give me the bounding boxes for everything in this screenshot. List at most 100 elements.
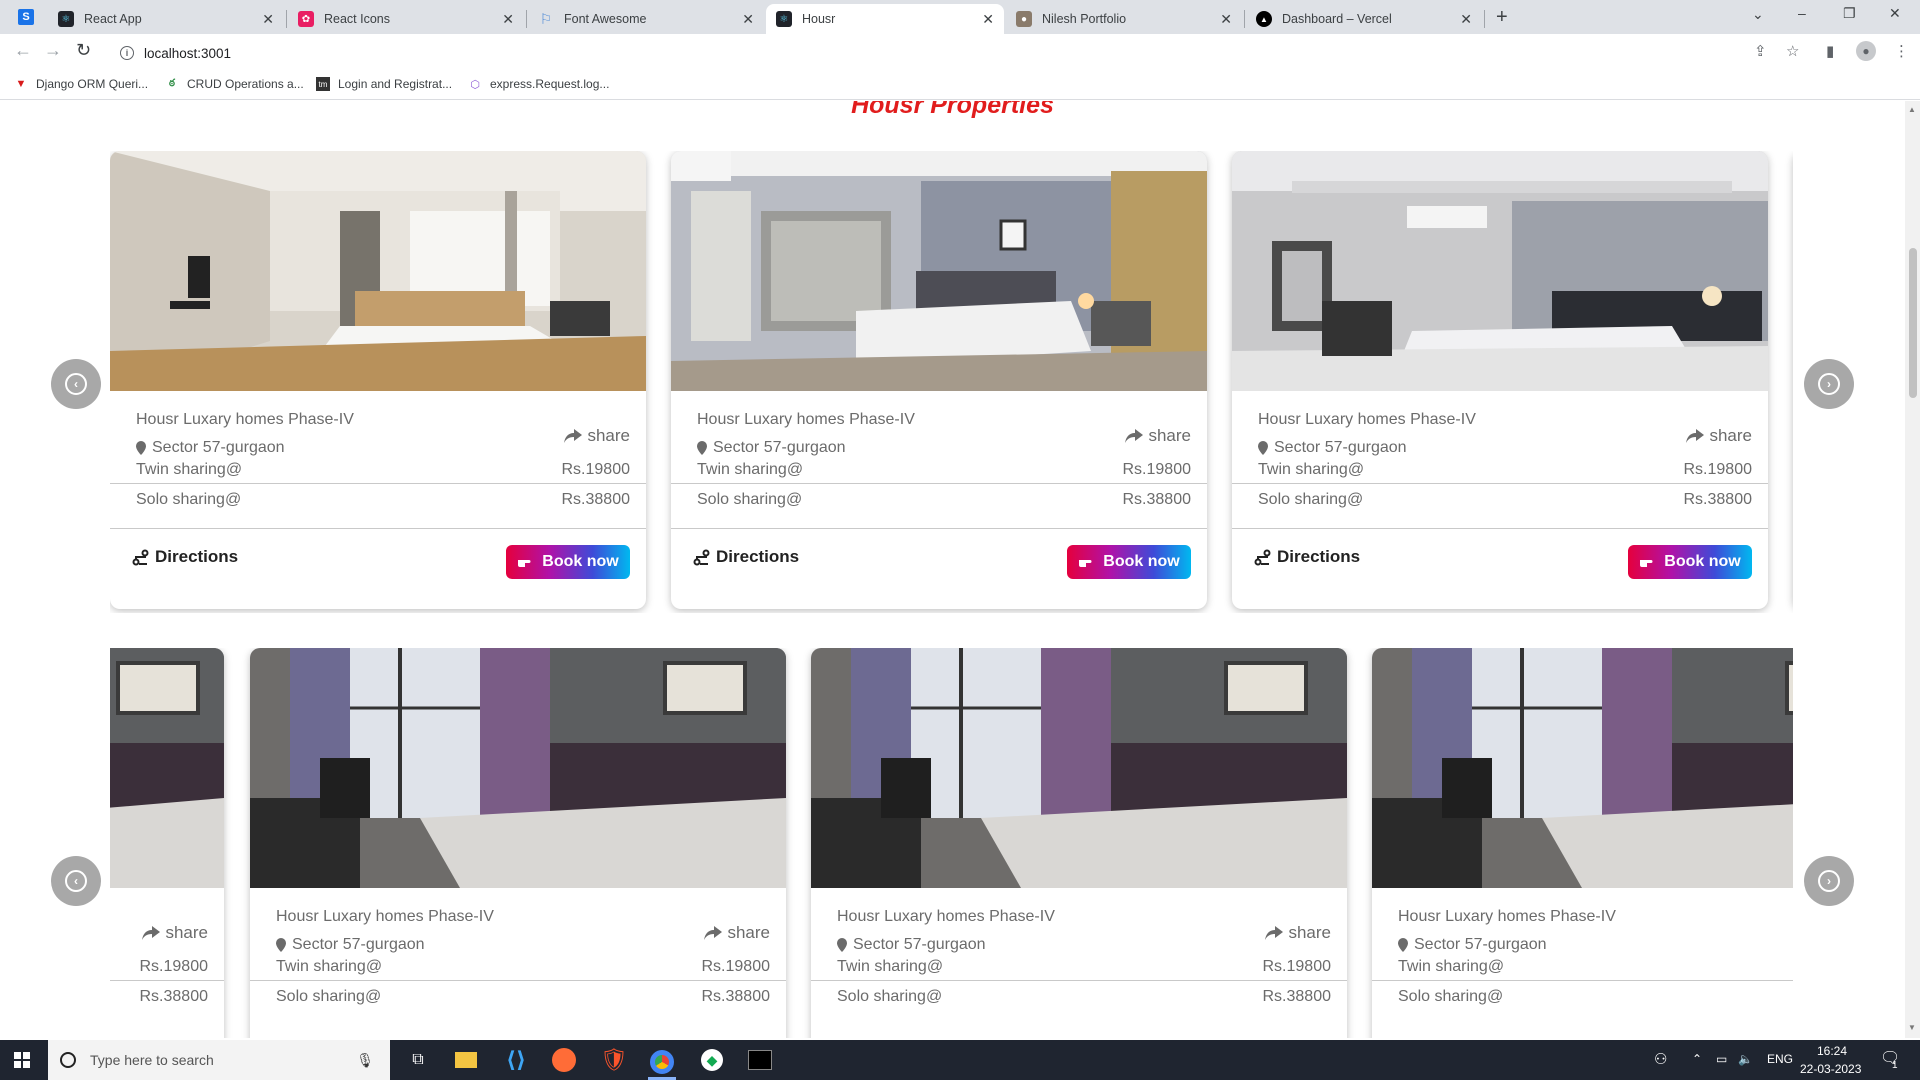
property-card[interactable]: Housr Luxary homes Phase-IV Sector 57-gu… [811,648,1347,1038]
book-label: Book now [1664,553,1741,570]
scroll-up-icon[interactable]: ▲ [1908,105,1916,114]
restore-icon[interactable]: ❐ [1843,5,1856,22]
property-card[interactable]: Housr Luxary homes Phase-IV Sector 57-gu… [250,648,786,1038]
tab-dashboard-vercel[interactable]: ▲ Dashboard – Vercel ✕ [1246,4,1482,34]
location-text: Sector 57-gurgaon [292,936,425,953]
tab-housr[interactable]: ⚛ Housr ✕ [766,4,1004,34]
property-name: Housr Luxary homes Phase-IV [837,908,1055,925]
clock-time[interactable]: 16:24 [1817,1044,1847,1058]
people-icon[interactable]: ⚇ [1654,1050,1667,1068]
hand-point-icon [518,560,531,567]
book-now-button[interactable]: Book now [506,545,630,579]
tray-chevron-icon[interactable]: ⌃ [1692,1052,1702,1066]
address-bar[interactable]: i localhost:3001 [110,39,1790,67]
microphone-icon[interactable]: 🎙 [356,1052,374,1069]
close-icon[interactable]: ✕ [502,11,514,28]
share-button[interactable]: share [142,923,208,943]
twin-price-row: Twin sharing@ Rs.19800 [837,958,1331,976]
share-button[interactable]: share [704,923,770,943]
tab-nilesh-portfolio[interactable]: ● Nilesh Portfolio ✕ [1006,4,1242,34]
solo-label: Solo sharing@ [697,491,803,508]
postman-icon[interactable] [550,1046,578,1074]
close-window-icon[interactable]: ✕ [1889,5,1901,22]
file-explorer-icon[interactable] [452,1046,480,1074]
property-card[interactable]: Housr Luxary homes Phase-IV Sector 57-gu… [1232,151,1768,609]
page-scrollbar[interactable]: ▲ ▼ [1905,101,1920,1038]
tab-search-chevron-icon[interactable]: ⌄ [1752,6,1764,23]
url-text[interactable]: localhost:3001 [144,46,231,61]
scroll-thumb[interactable] [1909,248,1917,398]
tab-font-awesome[interactable]: ⚐ Font Awesome ✕ [528,4,764,34]
share-button[interactable]: share [1265,923,1331,943]
share-label: share [1288,923,1331,942]
terminal-icon[interactable] [746,1046,774,1074]
location-text: Sector 57-gurgaon [853,936,986,953]
reload-icon[interactable]: ↻ [76,40,91,61]
chrome-icon[interactable] [648,1046,676,1080]
directions-link[interactable]: Directions [132,547,238,567]
twin-price: Rs.19800 [561,461,631,478]
close-icon[interactable]: ✕ [742,11,754,28]
minimize-icon[interactable]: – [1798,5,1806,21]
carousel-next-button[interactable]: › [1804,856,1854,906]
carousel-prev-button[interactable]: ‹ [51,856,101,906]
book-label: Book now [1103,553,1180,570]
bookmark-login[interactable]: tm Login and Registrat... [316,77,452,91]
share-page-icon[interactable]: ⇪ [1754,42,1767,60]
app-s-icon[interactable]: S [18,9,34,25]
close-icon[interactable]: ✕ [1460,11,1472,28]
taskbar-search-box[interactable]: Type here to search 🎙 [48,1040,390,1080]
close-icon[interactable]: ✕ [1220,11,1232,28]
chevron-right-icon: › [1818,870,1840,892]
tab-react-icons[interactable]: ✿ React Icons ✕ [288,4,524,34]
clock-date[interactable]: 22-03-2023 [1800,1062,1861,1076]
solo-price-row: Solo sharing@ Rs.38800 [1258,491,1752,509]
solo-price-row: Solo sharing@ [1398,988,1793,1006]
carousel-next-button[interactable]: › [1804,359,1854,409]
map-pin-icon [837,938,847,952]
tab-separator [1484,10,1485,28]
volume-icon[interactable]: 🔈 [1738,1052,1753,1066]
tab-react-app[interactable]: ⚛ React App ✕ [48,4,284,34]
task-view-icon[interactable]: ⧉ [404,1046,432,1074]
book-now-button[interactable]: Book now [1067,545,1191,579]
directions-label: Directions [1277,547,1361,566]
search-placeholder: Type here to search [90,1052,214,1068]
brave-icon[interactable]: 🛡 [600,1046,628,1074]
directions-link[interactable]: Directions [1254,547,1360,567]
property-card[interactable]: Housr Luxary homes Phase-IV Sector 57-gu… [1372,648,1793,1038]
scroll-down-icon[interactable]: ▼ [1908,1023,1916,1032]
bookmark-django[interactable]: ▼ Django ORM Queri... [14,77,149,91]
close-icon[interactable]: ✕ [262,11,274,28]
language-indicator[interactable]: ENG [1767,1052,1793,1066]
property-card[interactable]: Housr Luxary homes Phase-IV Sector 57-gu… [110,151,646,609]
solo-label: Solo sharing@ [1398,988,1504,1005]
mongodb-compass-icon[interactable]: ◆ [698,1046,726,1074]
vscode-icon[interactable]: ⟨⟩ [502,1046,530,1074]
property-card[interactable]: share Rs.19800 Rs.38800 [110,648,224,1038]
menu-kebab-icon[interactable]: ⋮ [1894,42,1909,60]
share-button[interactable]: share [1125,426,1191,446]
bookmark-star-icon[interactable]: ☆ [1786,42,1799,60]
share-button[interactable]: share [1686,426,1752,446]
divider [110,980,224,981]
new-tab-button[interactable]: + [1496,6,1508,29]
close-icon[interactable]: ✕ [982,11,994,28]
bookmark-crud[interactable]: ఠ CRUD Operations a... [165,77,304,91]
carousel-prev-button[interactable]: ‹ [51,359,101,409]
directions-link[interactable]: Directions [693,547,799,567]
page-viewport: Housr Properties ‹ › Housr Luxary homes … [0,101,1905,1038]
profile-avatar-icon[interactable]: ● [1856,41,1876,61]
side-panel-icon[interactable]: ▮ [1826,42,1834,60]
back-icon[interactable]: ← [14,40,32,61]
forward-icon[interactable]: → [44,40,62,61]
info-icon[interactable]: i [120,46,134,60]
share-button[interactable]: share [564,426,630,446]
book-now-button[interactable]: Book now [1628,545,1752,579]
solo-label: Solo sharing@ [837,988,943,1005]
network-icon[interactable]: ▭ [1716,1052,1727,1066]
property-location: Sector 57-gurgaon [136,439,285,457]
property-card[interactable]: Housr Luxary homes Phase-IV Sector 57-gu… [671,151,1207,609]
bookmark-express[interactable]: ⬡ express.Request.log... [468,77,609,91]
windows-start-icon[interactable] [14,1052,30,1068]
